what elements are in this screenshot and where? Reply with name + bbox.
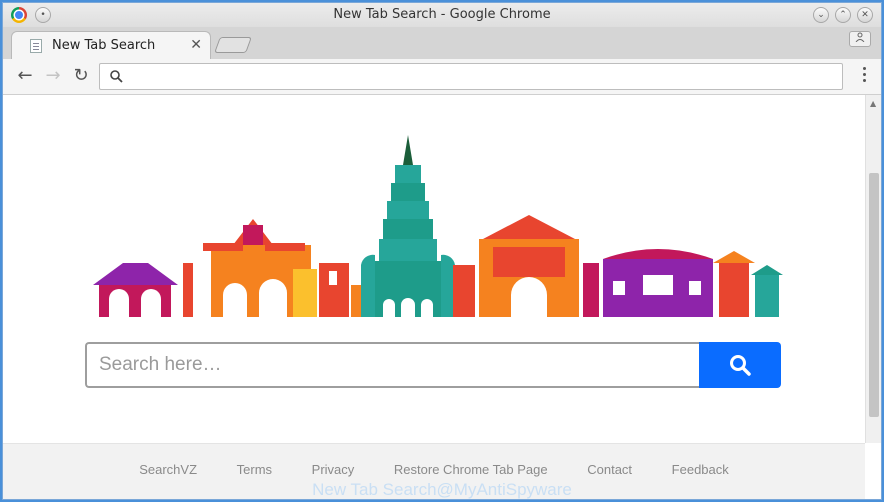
page-footer: SearchVZ Terms Privacy Restore Chrome Ta… bbox=[3, 443, 865, 499]
close-window-button[interactable]: ✕ bbox=[857, 7, 873, 23]
profile-button[interactable] bbox=[849, 31, 871, 47]
footer-link-contact[interactable]: Contact bbox=[587, 462, 632, 477]
chrome-menu-button[interactable] bbox=[861, 67, 867, 87]
footer-link-restore[interactable]: Restore Chrome Tab Page bbox=[394, 462, 548, 477]
page-favicon-icon bbox=[30, 39, 42, 53]
person-icon bbox=[855, 32, 865, 43]
orange-gate-shape bbox=[183, 219, 371, 317]
footer-link-privacy[interactable]: Privacy bbox=[312, 462, 355, 477]
maximize-button[interactable]: ⌃ bbox=[835, 7, 851, 23]
left-pavilion-shape bbox=[93, 263, 178, 317]
search-input[interactable] bbox=[85, 342, 701, 388]
menu-dot-icon bbox=[862, 79, 866, 82]
footer-link-feedback[interactable]: Feedback bbox=[672, 462, 729, 477]
minimize-button[interactable]: ⌄ bbox=[813, 7, 829, 23]
tab-strip: New Tab Search ✕ bbox=[3, 27, 881, 59]
scroll-up-icon[interactable]: ▲ bbox=[870, 99, 876, 108]
title-bar: • New Tab Search - Google Chrome ⌄ ⌃ ✕ bbox=[3, 3, 881, 27]
footer-link-searchvz[interactable]: SearchVZ bbox=[139, 462, 197, 477]
tab-close-icon[interactable]: ✕ bbox=[190, 37, 202, 53]
footer-links: SearchVZ Terms Privacy Restore Chrome Ta… bbox=[3, 462, 865, 477]
pagoda-shape bbox=[361, 135, 455, 317]
tab-new-tab-search[interactable]: New Tab Search ✕ bbox=[11, 31, 211, 59]
menu-dot-icon bbox=[862, 67, 866, 70]
menu-dot-icon bbox=[862, 73, 866, 76]
reload-button[interactable]: ↻ bbox=[69, 65, 93, 89]
tab-label: New Tab Search bbox=[52, 38, 156, 53]
new-tab-button[interactable] bbox=[214, 37, 252, 53]
search-form bbox=[85, 342, 783, 388]
search-button[interactable] bbox=[699, 342, 781, 388]
temple-shape bbox=[453, 215, 599, 317]
city-skyline-illustration bbox=[93, 135, 783, 317]
ornate-building-shape bbox=[603, 249, 783, 317]
magnifier-icon bbox=[730, 355, 751, 376]
address-input[interactable] bbox=[130, 67, 830, 86]
page-content: ▲ SearchVZ Terms Privacy Restore Chrome … bbox=[3, 95, 881, 499]
page-scrollbar[interactable]: ▲ bbox=[865, 95, 881, 443]
scrollbar-thumb[interactable] bbox=[869, 173, 879, 417]
search-icon bbox=[110, 70, 123, 83]
address-bar[interactable] bbox=[99, 63, 843, 90]
window-title: New Tab Search - Google Chrome bbox=[333, 7, 551, 22]
back-button[interactable]: ← bbox=[13, 65, 37, 89]
forward-button[interactable]: → bbox=[41, 65, 65, 89]
footer-link-terms[interactable]: Terms bbox=[237, 462, 272, 477]
browser-window: • New Tab Search - Google Chrome ⌄ ⌃ ✕ N… bbox=[2, 2, 882, 500]
browser-toolbar: ← → ↻ bbox=[3, 59, 881, 95]
